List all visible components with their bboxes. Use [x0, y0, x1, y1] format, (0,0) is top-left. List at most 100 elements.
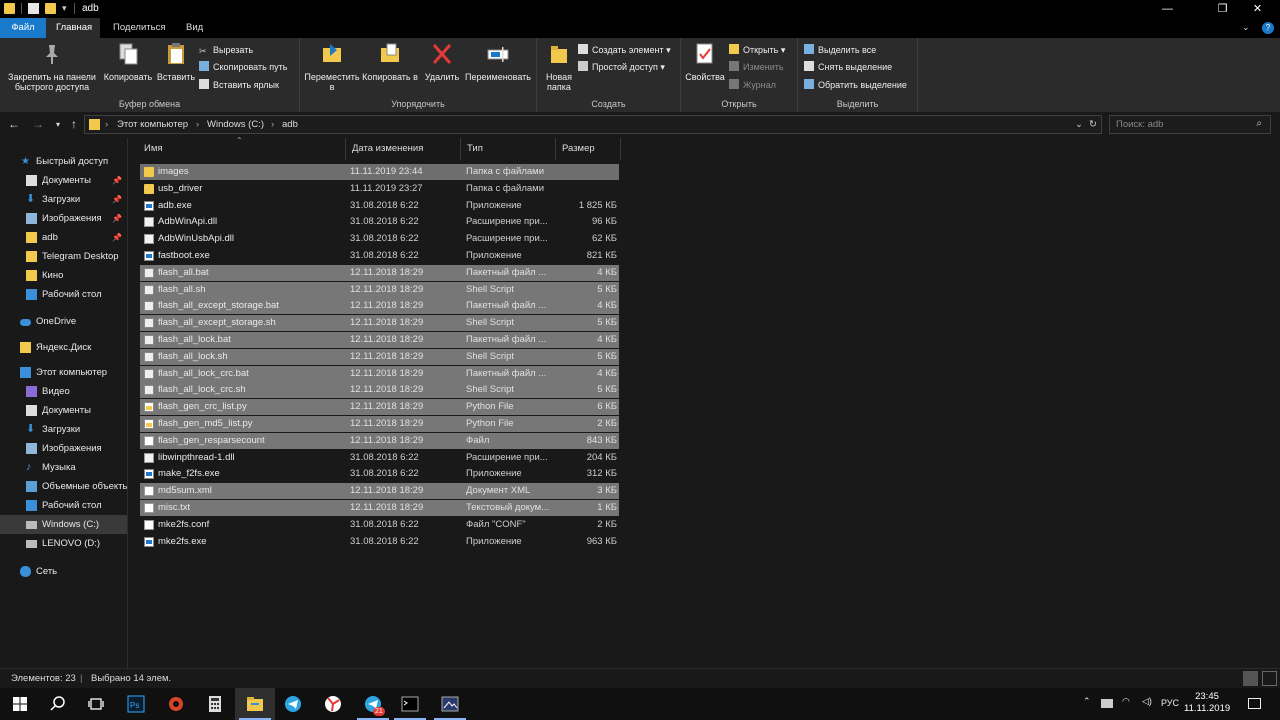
nav-pc-drive-d[interactable]: LENOVO (D:)	[0, 534, 127, 553]
file-row[interactable]: misc.txt 12.11.2018 18:29 Текстовый докум.…	[140, 500, 619, 516]
nav-pc-documents[interactable]: Документы	[0, 401, 127, 420]
nav-network[interactable]: Сеть	[0, 562, 127, 581]
back-arrow-icon[interactable]: ←	[6, 117, 22, 131]
chevron-down-icon[interactable]: ⌄	[1242, 22, 1250, 33]
nav-pc-music[interactable]: ♪ Музыка	[0, 458, 127, 477]
properties-quick-icon[interactable]	[28, 3, 39, 14]
move-to-button[interactable]: Переместить в	[303, 42, 361, 92]
breadcrumb-drive-c[interactable]: Windows (C:)	[207, 119, 264, 130]
file-row[interactable]: flash_gen_crc_list.py 12.11.2018 18:29 Pyt…	[140, 399, 619, 416]
input-language[interactable]: РУС	[1161, 698, 1179, 708]
file-row[interactable]: images 11.11.2019 23:44 Папка с файлами	[140, 164, 619, 180]
tab-file[interactable]: Файл	[0, 18, 46, 38]
file-row[interactable]: mke2fs.exe 31.08.2018 6:22 Приложение 963 К…	[140, 534, 619, 550]
up-arrow-icon[interactable]: ↑	[66, 117, 82, 131]
chevron-up-icon[interactable]: ⌃	[1083, 696, 1091, 707]
new-folder-quick-icon[interactable]	[45, 3, 56, 14]
volume-icon[interactable]: ◁)	[1142, 696, 1152, 707]
photoshop-app[interactable]: Ps	[116, 688, 156, 720]
easy-access-button[interactable]: Простой доступ ▾	[578, 60, 665, 74]
file-row[interactable]: flash_gen_md5_list.py 12.11.2018 18:29 Pyt…	[140, 416, 619, 432]
edit-button[interactable]: Изменить	[729, 60, 784, 74]
paste-shortcut-button[interactable]: Вставить ярлык	[199, 78, 279, 92]
tab-view[interactable]: Вид	[176, 18, 213, 38]
close-button[interactable]: ✕	[1235, 0, 1280, 18]
tab-share[interactable]: Поделиться	[103, 18, 175, 38]
nav-item-kino[interactable]: Кино	[0, 266, 127, 285]
cut-button[interactable]: ✂ Вырезать	[199, 43, 253, 57]
pin-quick-access-button[interactable]: Закрепить на панели быстрого доступа	[4, 42, 100, 92]
nav-item-downloads[interactable]: ⬇ Загрузки 📌	[0, 190, 127, 209]
file-row[interactable]: flash_all.sh 12.11.2018 18:29 Shell Script…	[140, 281, 619, 298]
notifications-icon[interactable]	[1248, 698, 1261, 709]
messenger-app[interactable]: 21	[353, 688, 393, 720]
details-view-icon[interactable]	[1243, 671, 1258, 686]
copy-path-button[interactable]: Скопировать путь	[199, 60, 287, 74]
large-icons-view-icon[interactable]	[1262, 671, 1277, 686]
tab-home[interactable]: Главная	[46, 18, 100, 38]
file-row[interactable]: flash_all_lock.sh 12.11.2018 18:29 Shell S…	[140, 348, 619, 365]
column-date[interactable]: Дата изменения	[346, 138, 461, 160]
column-size[interactable]: Размер	[556, 138, 621, 160]
nav-pc-video[interactable]: Видео	[0, 382, 127, 401]
address-bar[interactable]: › Этот компьютер › Windows (C:) › adb ⌄ …	[84, 115, 1102, 134]
task-view-button[interactable]	[76, 688, 116, 720]
network-tray-icon[interactable]	[1101, 699, 1113, 708]
nav-item-adb[interactable]: adb 📌	[0, 228, 127, 247]
nav-this-pc[interactable]: Этот компьютер	[0, 363, 127, 382]
file-row[interactable]: AdbWinUsbApi.dll 31.08.2018 6:22 Расширени…	[140, 231, 619, 247]
chevron-down-icon[interactable]: ⌄	[1075, 119, 1083, 130]
file-row[interactable]: adb.exe 31.08.2018 6:22 Приложение 1 825 КБ	[140, 198, 619, 214]
nav-pc-drive-c[interactable]: Windows (C:)	[0, 515, 127, 534]
terminal-app[interactable]	[390, 688, 430, 720]
nav-item-pictures[interactable]: Изображения 📌	[0, 209, 127, 228]
minimize-button[interactable]: —	[1145, 0, 1190, 18]
wifi-icon[interactable]: ◠	[1122, 696, 1130, 707]
file-row[interactable]: flash_all_lock_crc.sh 12.11.2018 18:29 She…	[140, 382, 619, 399]
nav-pc-desktop[interactable]: Рабочий стол	[0, 496, 127, 515]
nav-pc-downloads[interactable]: ⬇ Загрузки	[0, 420, 127, 439]
refresh-icon[interactable]: ↻	[1089, 119, 1097, 130]
column-type[interactable]: Тип	[461, 138, 556, 160]
search-box[interactable]: Поиск: adb ⌕	[1109, 115, 1271, 134]
delete-button[interactable]: Удалить	[422, 42, 462, 82]
rename-button[interactable]: Переименовать	[463, 42, 533, 82]
search-button[interactable]	[38, 688, 78, 720]
file-row[interactable]: make_f2fs.exe 31.08.2018 6:22 Приложение 31…	[140, 466, 619, 482]
file-row[interactable]: md5sum.xml 12.11.2018 18:29 Документ XML 3 …	[140, 483, 619, 500]
nav-item-telegram-desktop[interactable]: Telegram Desktop	[0, 247, 127, 266]
nav-quick-access[interactable]: ★ Быстрый доступ	[0, 152, 127, 171]
clock[interactable]: 23:45 11.11.2019	[1184, 691, 1230, 715]
chevron-down-icon[interactable]: ▾	[50, 120, 66, 129]
breadcrumb-adb[interactable]: adb	[282, 119, 298, 130]
properties-button[interactable]: Свойства	[683, 42, 727, 82]
file-explorer-app[interactable]	[235, 688, 275, 720]
help-icon[interactable]: ?	[1262, 22, 1274, 34]
file-row[interactable]: fastboot.exe 31.08.2018 6:22 Приложение 821…	[140, 248, 619, 264]
nav-yandex-disk[interactable]: Яндекс.Диск	[0, 338, 127, 357]
select-all-button[interactable]: Выделить все	[804, 43, 876, 57]
copy-to-button[interactable]: Копировать в	[362, 42, 418, 82]
invert-selection-button[interactable]: Обратить выделение	[804, 78, 907, 92]
file-row[interactable]: flash_gen_resparsecount 12.11.2018 18:29 Ф…	[140, 432, 619, 449]
search-icon[interactable]: ⌕	[1256, 118, 1262, 129]
new-item-button[interactable]: Создать элемент ▾	[578, 43, 671, 57]
nav-onedrive[interactable]: OneDrive	[0, 312, 127, 331]
ccleaner-app[interactable]	[156, 688, 196, 720]
nav-pc-pictures[interactable]: Изображения	[0, 439, 127, 458]
nav-item-documents[interactable]: Документы 📌	[0, 171, 127, 190]
file-row[interactable]: flash_all_except_storage.bat 12.11.2018 1…	[140, 298, 619, 315]
file-row[interactable]: flash_all_lock.bat 12.11.2018 18:29 Пакетн…	[140, 332, 619, 348]
copy-button[interactable]: Копировать	[101, 42, 155, 82]
nav-pc-3d-objects[interactable]: Объемные объекты	[0, 477, 127, 496]
file-row[interactable]: flash_all.bat 12.11.2018 18:29 Пакетный фа…	[140, 264, 619, 281]
start-button[interactable]	[0, 688, 40, 720]
history-button[interactable]: Журнал	[729, 78, 776, 92]
file-row[interactable]: libwinpthread-1.dll 31.08.2018 6:22 Расшир…	[140, 450, 619, 466]
file-row[interactable]: flash_all_lock_crc.bat 12.11.2018 18:29 Па…	[140, 365, 619, 382]
open-button[interactable]: Открыть ▾	[729, 43, 785, 57]
new-folder-button[interactable]: Новая папка	[540, 42, 578, 92]
select-none-button[interactable]: Снять выделение	[804, 60, 892, 74]
telegram-app[interactable]	[273, 688, 313, 720]
yandex-browser-app[interactable]	[313, 688, 353, 720]
